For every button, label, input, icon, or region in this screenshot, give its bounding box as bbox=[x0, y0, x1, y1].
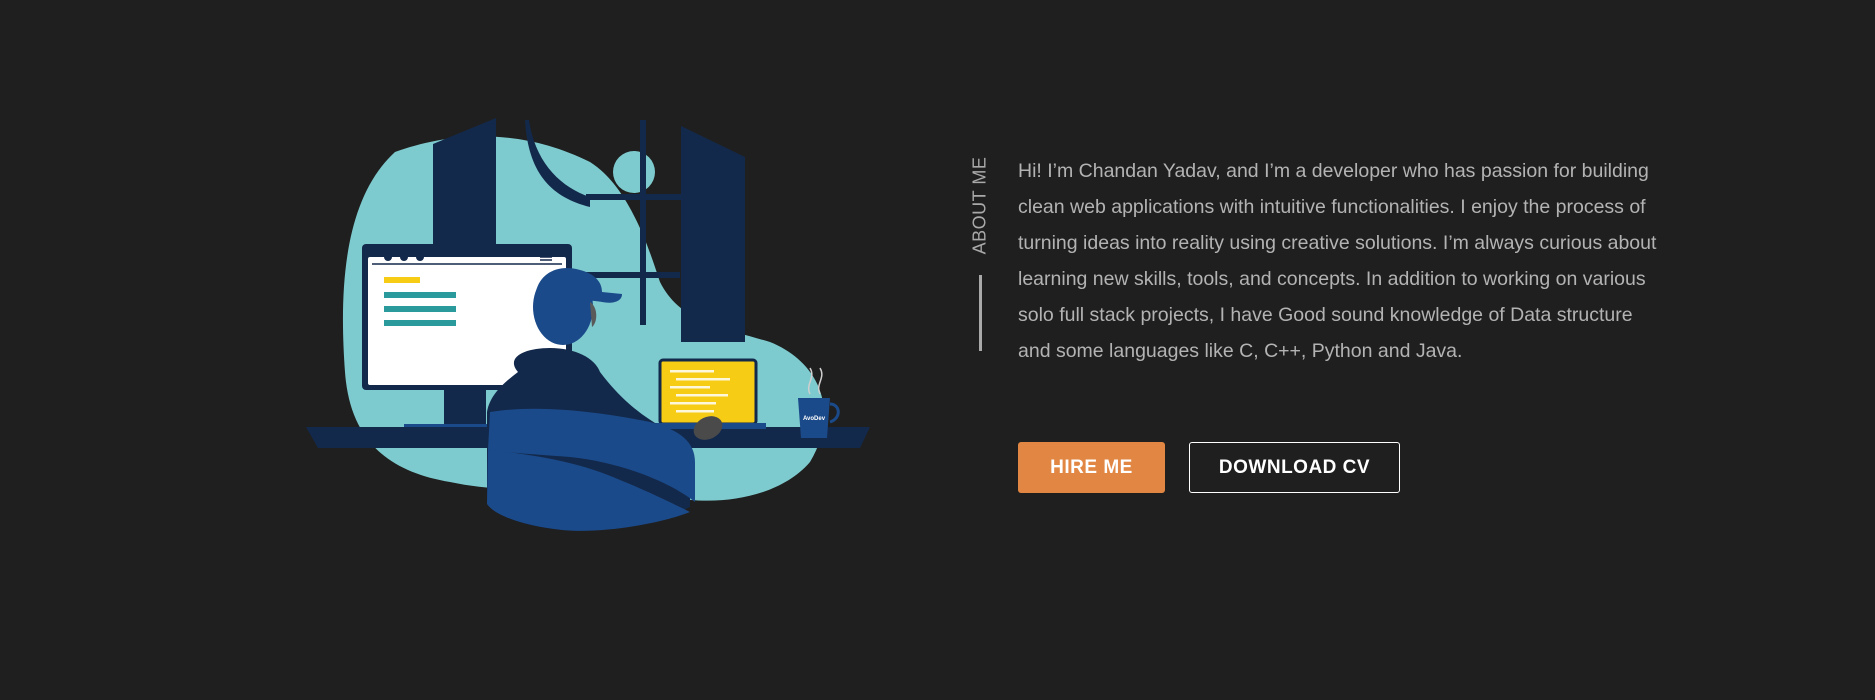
hire-me-button[interactable]: HIRE ME bbox=[1018, 442, 1165, 493]
bio-paragraph: Hi! I’m Chandan Yadav, and I’m a develop… bbox=[1018, 160, 1657, 362]
window-frame-right bbox=[681, 126, 745, 342]
laptop-screen bbox=[658, 358, 758, 426]
window-bar-horizontal bbox=[586, 194, 686, 200]
download-cv-button[interactable]: DOWNLOAD CV bbox=[1189, 442, 1400, 493]
section-divider-line bbox=[979, 275, 982, 351]
screen-bar-teal bbox=[384, 306, 456, 312]
monitor-neck bbox=[444, 390, 486, 428]
mug-handle bbox=[829, 402, 840, 424]
screen-bar-teal bbox=[384, 292, 456, 298]
about-section: AvoDev ABOUT ME Hi! I’m Chandan Yadav, a… bbox=[0, 0, 1875, 700]
action-buttons: HIRE ME DOWNLOAD CV bbox=[1018, 442, 1400, 493]
screen-bar-yellow bbox=[384, 277, 420, 283]
developer-illustration: AvoDev bbox=[306, 118, 870, 531]
section-label-group: ABOUT ME bbox=[960, 150, 1000, 360]
screen-bar-teal bbox=[384, 320, 456, 326]
section-label: ABOUT ME bbox=[960, 150, 1000, 260]
browser-dot bbox=[384, 253, 392, 261]
mug-logo: AvoDev bbox=[803, 416, 826, 422]
section-label-text: ABOUT ME bbox=[969, 156, 990, 254]
browser-dot bbox=[400, 253, 408, 261]
browser-dot bbox=[416, 253, 424, 261]
teal-dot bbox=[613, 151, 655, 193]
window-bar-vertical bbox=[640, 120, 646, 325]
